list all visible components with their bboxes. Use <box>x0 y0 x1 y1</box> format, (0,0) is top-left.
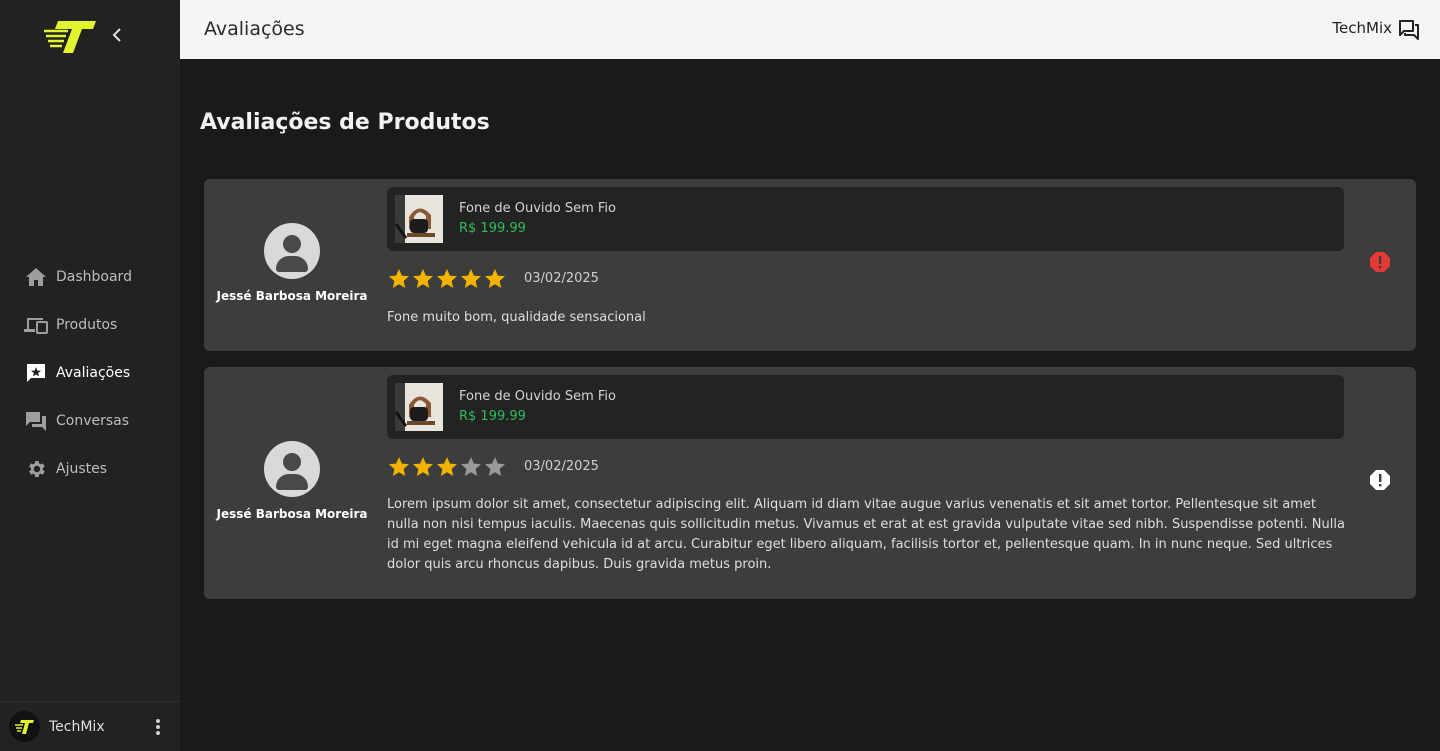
brand-logo[interactable] <box>42 17 98 57</box>
star-empty-icon <box>459 455 483 479</box>
product-price: R$ 199.99 <box>459 221 526 236</box>
star-filled-icon <box>411 455 435 479</box>
product-price: R$ 199.99 <box>459 409 526 424</box>
forum-icon <box>24 409 48 433</box>
review-date: 03/02/2025 <box>524 459 599 474</box>
review-card: Jessé Barbosa Moreira Fone de Ouvido Sem… <box>204 367 1416 599</box>
avatar <box>264 441 320 497</box>
report-alert-icon[interactable] <box>1369 251 1391 273</box>
review-comment: Lorem ipsum dolor sit amet, consectetur … <box>387 497 1345 572</box>
sidebar-item-ajustes[interactable]: Ajustes <box>0 445 180 493</box>
sidebar-nav: Dashboard Produtos Avaliações Conversas … <box>0 253 180 493</box>
chevron-left-icon[interactable] <box>108 26 126 44</box>
star-rating <box>387 267 507 291</box>
sidebar-item-label: Conversas <box>56 413 130 429</box>
sidebar-item-label: Produtos <box>56 317 118 333</box>
star-rating <box>387 455 507 479</box>
product-name: Fone de Ouvido Sem Fio <box>459 389 616 404</box>
review-card: Jessé Barbosa Moreira Fone de Ouvido Sem… <box>204 179 1416 351</box>
star-filled-icon <box>411 267 435 291</box>
star-filled-icon <box>387 455 411 479</box>
star-filled-icon <box>435 267 459 291</box>
home-icon <box>24 265 48 289</box>
devices-icon <box>24 313 48 337</box>
avatar <box>264 223 320 279</box>
star-filled-icon <box>459 267 483 291</box>
reviewer-name: Jessé Barbosa Moreira <box>216 289 368 303</box>
sidebar: Dashboard Produtos Avaliações Conversas … <box>0 0 180 751</box>
sidebar-item-label: Ajustes <box>56 461 108 477</box>
reviewer-name: Jessé Barbosa Moreira <box>216 507 368 521</box>
review-comment: Fone muito bom, qualidade sensacional <box>387 310 646 325</box>
more-vertical-icon[interactable] <box>150 717 166 737</box>
product-thumbnail <box>395 195 443 243</box>
account-footer: TechMix <box>0 701 180 751</box>
star-filled-icon <box>435 455 459 479</box>
sidebar-item-label: Dashboard <box>56 269 132 285</box>
sidebar-item-conversas[interactable]: Conversas <box>0 397 180 445</box>
page-header-title: Avaliações <box>204 18 305 40</box>
product-name: Fone de Ouvido Sem Fio <box>459 201 616 216</box>
report-icon[interactable] <box>1369 469 1391 491</box>
account-name: TechMix <box>49 718 105 735</box>
reviewer: Jessé Barbosa Moreira <box>204 223 380 303</box>
product-info[interactable]: Fone de Ouvido Sem Fio R$ 199.99 <box>387 187 1344 251</box>
star-filled-icon <box>483 267 507 291</box>
top-header: Avaliações TechMix <box>180 0 1440 59</box>
sidebar-item-produtos[interactable]: Produtos <box>0 301 180 349</box>
product-info[interactable]: Fone de Ouvido Sem Fio R$ 199.99 <box>387 375 1344 439</box>
avatar[interactable] <box>9 711 40 742</box>
page-title: Avaliações de Produtos <box>200 110 490 135</box>
review-date: 03/02/2025 <box>524 271 599 286</box>
sidebar-item-dashboard[interactable]: Dashboard <box>0 253 180 301</box>
product-thumbnail <box>395 383 443 431</box>
reviewer: Jessé Barbosa Moreira <box>204 441 380 521</box>
forum-icon[interactable] <box>1397 18 1421 42</box>
star-filled-icon <box>387 267 411 291</box>
header-user-name[interactable]: TechMix <box>1332 19 1392 37</box>
sidebar-item-label: Avaliações <box>56 365 131 381</box>
review-icon <box>24 361 48 385</box>
star-empty-icon <box>483 455 507 479</box>
sidebar-item-avaliacoes[interactable]: Avaliações <box>0 349 180 397</box>
gear-icon <box>24 457 48 481</box>
